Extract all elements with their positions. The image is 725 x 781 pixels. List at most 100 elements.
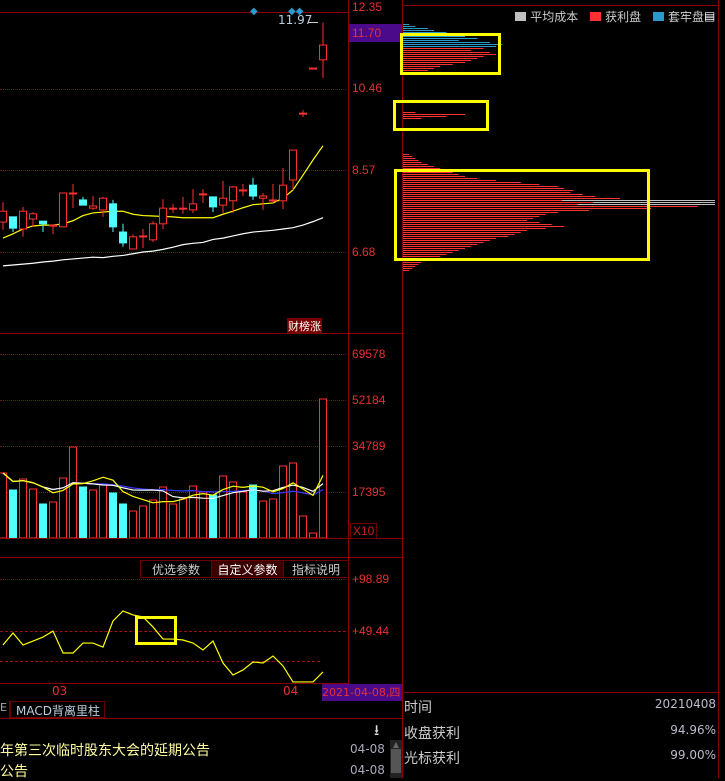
info-top bbox=[404, 692, 718, 693]
info-row-time: 时间 20210408 bbox=[404, 697, 716, 716]
news-item-title[interactable]: 公告 bbox=[0, 761, 28, 781]
price-tick: 8.57 bbox=[352, 163, 376, 177]
event-diamond-icon[interactable]: ◆ bbox=[250, 6, 258, 17]
candle-body bbox=[159, 207, 167, 225]
volume-bar bbox=[99, 483, 107, 538]
current-price-label: 11.70 bbox=[352, 26, 382, 40]
volume-bar bbox=[199, 491, 207, 538]
highlight-box bbox=[135, 616, 177, 645]
event-diamond-icon[interactable]: ◆◆ bbox=[288, 6, 303, 17]
volume-bar bbox=[299, 515, 307, 538]
right-edge-divider bbox=[718, 0, 719, 778]
indicator-tick: +98.89 bbox=[352, 572, 390, 586]
highlight-box bbox=[393, 100, 489, 131]
candle-body bbox=[9, 216, 17, 229]
x-label-04: 04 bbox=[283, 684, 299, 698]
volume-bar bbox=[269, 498, 277, 538]
news-item-date: 04-08 bbox=[350, 763, 385, 777]
news-scrollbar[interactable]: ▲ bbox=[390, 740, 402, 778]
candlestick-chart[interactable] bbox=[0, 0, 348, 333]
volume-tick: 17395 bbox=[352, 485, 386, 499]
volume-chart[interactable] bbox=[0, 334, 348, 538]
volume-unit: X10 bbox=[350, 523, 378, 539]
volume-tick: 34789 bbox=[352, 439, 386, 453]
candle-body bbox=[199, 193, 207, 196]
volume-bar bbox=[49, 501, 57, 538]
candle-body bbox=[229, 186, 237, 202]
volume-bar bbox=[289, 462, 297, 538]
candle-body bbox=[19, 210, 27, 230]
cursor-date-label: 2021-04-08,四 bbox=[322, 684, 402, 701]
volume-bar bbox=[139, 505, 147, 538]
volume-bar bbox=[69, 446, 77, 538]
candle-body bbox=[209, 196, 217, 208]
volume-bar bbox=[149, 499, 157, 538]
volume-bar bbox=[209, 494, 217, 538]
volume-bar bbox=[259, 500, 267, 538]
candle-body bbox=[179, 207, 187, 210]
volume-bar bbox=[319, 398, 327, 538]
volume-bar bbox=[229, 481, 237, 538]
volume-bar bbox=[109, 492, 117, 538]
candle-body bbox=[129, 236, 137, 250]
candle-body bbox=[189, 203, 197, 211]
candle-body bbox=[149, 223, 157, 241]
candle-body bbox=[219, 197, 227, 206]
candle-body bbox=[299, 112, 307, 115]
volume-bar bbox=[249, 484, 257, 538]
candle-body bbox=[59, 192, 67, 228]
news-item-date: 04-08 bbox=[350, 742, 385, 756]
volume-bar bbox=[129, 510, 137, 538]
candle-body bbox=[69, 192, 77, 195]
price-tick: 10.46 bbox=[352, 81, 383, 95]
highlight-box bbox=[394, 169, 650, 261]
candle-body bbox=[309, 67, 317, 70]
x-label-03: 03 bbox=[52, 684, 68, 698]
volume-bar bbox=[19, 478, 27, 538]
candle-body bbox=[169, 207, 177, 210]
volume-bar bbox=[219, 475, 227, 538]
volume-bar bbox=[89, 489, 97, 538]
candle-body bbox=[119, 231, 127, 244]
candle-body bbox=[279, 184, 287, 202]
rank-badge[interactable]: 财榜涨 bbox=[287, 318, 322, 334]
price-tick: 6.68 bbox=[352, 245, 376, 259]
axis-divider bbox=[348, 0, 349, 700]
volume-bar bbox=[0, 472, 7, 538]
volume-bar bbox=[159, 486, 167, 538]
volume-chart-bottom bbox=[0, 538, 402, 539]
volume-bar bbox=[309, 532, 317, 538]
volume-bar bbox=[279, 465, 287, 538]
info-row-close-profit: 收盘获利 94.96% bbox=[404, 723, 716, 742]
volume-bar bbox=[169, 503, 177, 538]
volume-bar bbox=[179, 498, 187, 538]
candle-body bbox=[249, 184, 257, 197]
candle-body bbox=[239, 189, 247, 192]
candle-body bbox=[259, 195, 267, 199]
volume-bar bbox=[239, 491, 247, 538]
candle-body bbox=[29, 213, 37, 220]
candle-body bbox=[79, 199, 87, 206]
candle-body bbox=[49, 224, 57, 227]
candle-body bbox=[99, 197, 107, 211]
volume-tick: 52184 bbox=[352, 393, 386, 407]
candle-body bbox=[0, 210, 7, 223]
volume-bar bbox=[9, 489, 17, 538]
volume-bar bbox=[189, 485, 197, 538]
candle-body bbox=[319, 44, 327, 61]
price-tick: 12.35 bbox=[352, 0, 383, 14]
volume-bar bbox=[29, 488, 37, 538]
indicator-tick: +49.44 bbox=[352, 624, 390, 638]
candle-body bbox=[139, 235, 147, 238]
candle-body bbox=[289, 149, 297, 181]
news-item-title[interactable]: 年第三次临时股东大会的延期公告 bbox=[0, 740, 210, 760]
bottom-tab-macd[interactable]: MACD背离里柱 bbox=[10, 701, 105, 718]
volume-bar bbox=[79, 486, 87, 538]
volume-bar bbox=[39, 503, 47, 538]
candle-body bbox=[89, 205, 97, 209]
volume-tick: 69578 bbox=[352, 347, 386, 361]
info-row-cursor-profit: 光标获利 99.00% bbox=[404, 748, 716, 767]
candle-body bbox=[39, 220, 47, 225]
bottom-tab-prev[interactable]: E bbox=[0, 701, 10, 718]
candle-body bbox=[109, 203, 117, 228]
